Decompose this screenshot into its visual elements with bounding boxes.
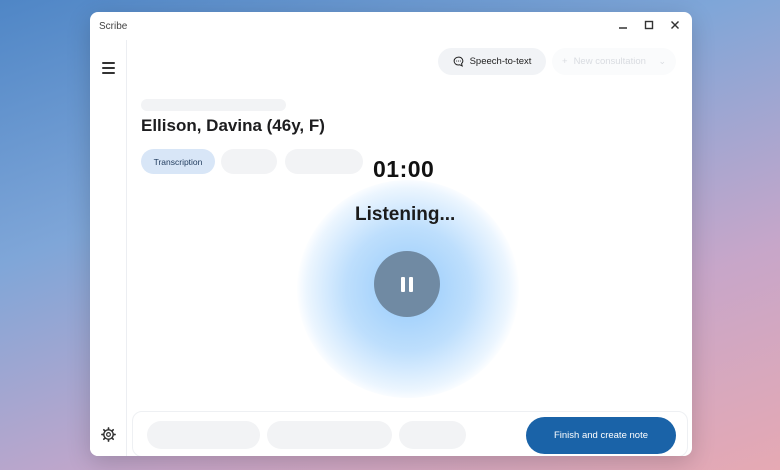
maximize-icon xyxy=(644,20,654,30)
chevron-down-icon: ⌄ xyxy=(658,56,666,66)
title-bar: Scribe xyxy=(90,12,692,40)
footer-bar: Finish and create note xyxy=(132,411,688,456)
footer-placeholder[interactable] xyxy=(147,421,260,449)
footer-placeholder[interactable] xyxy=(267,421,392,449)
tab-placeholder[interactable] xyxy=(221,149,277,174)
settings-icon[interactable] xyxy=(101,427,116,442)
recording-timer: 01:00 xyxy=(373,156,435,182)
main-panel: Speech-to-text + New consultation ⌄ Elli… xyxy=(127,40,692,456)
close-button[interactable] xyxy=(668,18,682,32)
close-icon xyxy=(671,21,679,29)
tab-transcription[interactable]: Transcription xyxy=(141,149,215,174)
recording-status: Listening... xyxy=(355,204,456,225)
window-controls xyxy=(616,18,682,32)
maximize-button[interactable] xyxy=(642,18,656,32)
minimize-button[interactable] xyxy=(616,18,630,32)
new-consultation-label: New consultation xyxy=(573,56,646,67)
app-window: Scribe Speech-to-text + New consultation… xyxy=(90,12,692,456)
tab-placeholder[interactable] xyxy=(285,149,363,174)
plus-icon: + xyxy=(562,56,568,67)
pause-icon xyxy=(399,276,415,292)
speech-to-text-label: Speech-to-text xyxy=(469,56,532,67)
side-rail xyxy=(90,40,127,456)
window-title: Scribe xyxy=(99,20,128,32)
finish-and-create-note-button[interactable]: Finish and create note xyxy=(526,417,676,454)
minimize-icon xyxy=(619,27,627,29)
menu-icon[interactable] xyxy=(102,62,115,74)
pause-button[interactable] xyxy=(374,251,440,317)
patient-name: Ellison, Davina (46y, F) xyxy=(141,116,325,135)
speech-to-text-button[interactable]: Speech-to-text xyxy=(438,48,546,75)
speech-bubble-icon xyxy=(453,56,463,67)
new-consultation-button[interactable]: + New consultation ⌄ xyxy=(552,48,676,75)
footer-placeholder[interactable] xyxy=(399,421,466,449)
breadcrumb-placeholder xyxy=(141,99,286,111)
